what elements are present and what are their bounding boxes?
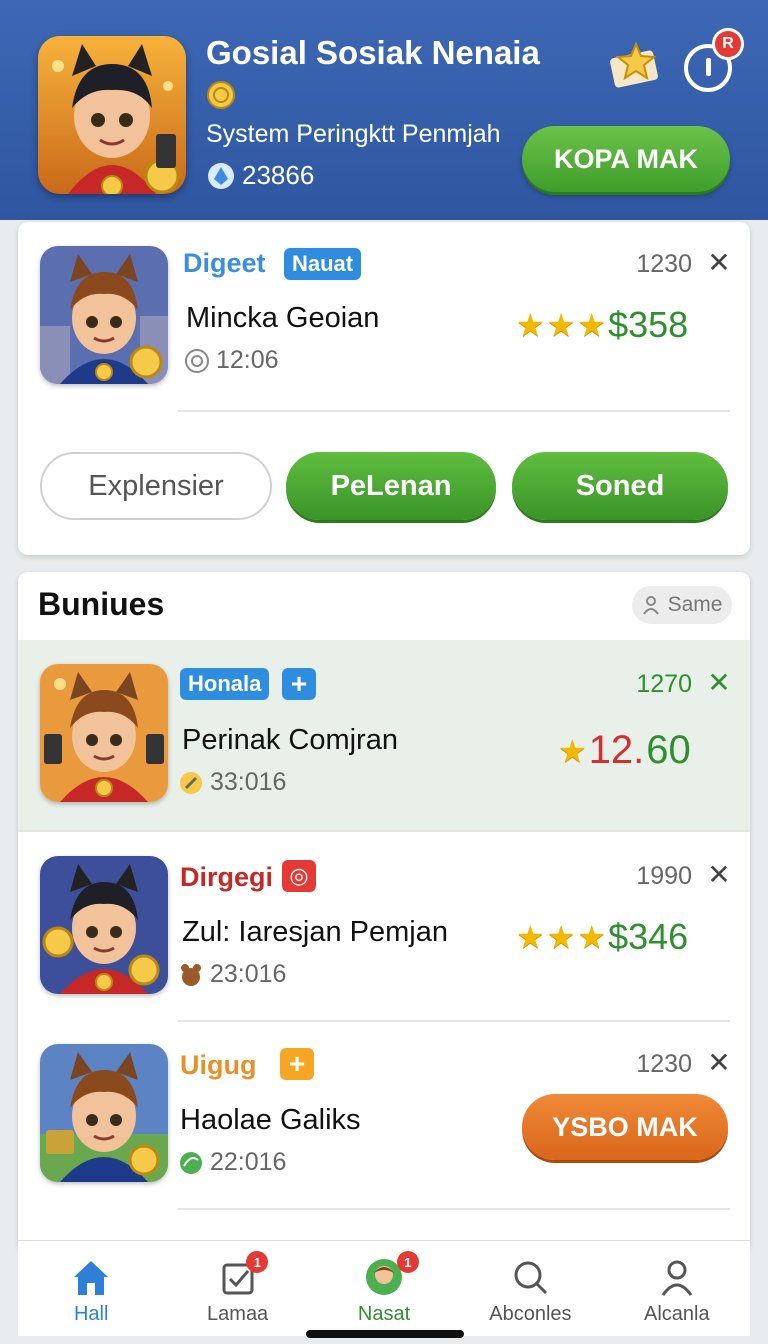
featured-tag: Nauat xyxy=(284,248,362,280)
featured-time: 12:06 xyxy=(184,346,279,375)
star-icon: ★ xyxy=(516,919,545,955)
bottom-nav: Hall 1 Lamaa 1 Nasat Abconles Alcanla xyxy=(18,1240,750,1336)
nav-badge: 1 xyxy=(396,1251,419,1273)
featured-name[interactable]: Digeet xyxy=(183,248,266,279)
header-action-button[interactable]: KOPA MAK xyxy=(522,126,730,192)
list-item-time: 23:016 xyxy=(178,960,286,989)
clock-icon xyxy=(185,348,209,373)
nav-label: Nasat xyxy=(357,1303,411,1325)
plus-icon[interactable]: + xyxy=(280,1048,314,1080)
divider xyxy=(178,1208,730,1210)
soned-button[interactable]: Soned xyxy=(512,452,728,520)
close-icon[interactable]: ✕ xyxy=(704,1046,734,1079)
nav-label: Lamaa xyxy=(207,1303,269,1325)
section-title: Buniues xyxy=(38,586,165,622)
star-icon: ★ xyxy=(546,919,576,955)
same-label: Same xyxy=(667,593,723,616)
list-item-time-value: 22:016 xyxy=(210,1148,287,1176)
star-icon: ★ xyxy=(546,307,576,343)
list-item-time-value: 33:016 xyxy=(210,768,287,796)
star-icon: ★ xyxy=(558,732,587,769)
app-title: Gosial Sosiak Nenaia xyxy=(206,34,540,71)
user-link-icon xyxy=(642,596,659,615)
list-item-title: Zul: Iaresjan Pemjan xyxy=(182,916,448,948)
featured-count: 1230 xyxy=(636,250,692,278)
ysbo-mak-button[interactable]: YSBO MAK xyxy=(522,1094,728,1160)
list-item-time: 33:016 xyxy=(178,768,286,797)
nav-label: Abconles xyxy=(489,1303,572,1325)
close-icon[interactable]: ✕ xyxy=(704,666,734,699)
nav-item-lamaa[interactable]: 1 Lamaa xyxy=(164,1241,310,1336)
nav-label: Hall xyxy=(73,1303,109,1325)
list-item-thumbnail[interactable] xyxy=(40,1044,168,1182)
list-item-name-tag[interactable]: Honala xyxy=(180,668,270,700)
list-item-rating-price: ★ 12. 60 xyxy=(558,728,691,773)
leaf-icon xyxy=(180,1151,202,1174)
divider xyxy=(178,1020,730,1022)
explensier-button[interactable]: Explensier xyxy=(40,452,272,520)
star-icon: ★ xyxy=(577,307,607,343)
nav-badge: 1 xyxy=(246,1251,269,1273)
list-item-time: 22:016 xyxy=(178,1148,286,1177)
nav-item-nasat[interactable]: 1 Nasat xyxy=(311,1241,457,1336)
coin-icon xyxy=(206,80,236,110)
home-icon xyxy=(74,1261,109,1295)
list-item-title: Haolae Galiks xyxy=(180,1104,361,1136)
list-item-thumbnail[interactable] xyxy=(40,664,168,802)
divider xyxy=(18,830,750,832)
list-item-name[interactable]: Uigug xyxy=(180,1050,256,1081)
list-item-name[interactable]: Dirgegi xyxy=(180,862,273,893)
nav-item-hall[interactable]: Hall xyxy=(18,1241,164,1336)
profile-icon xyxy=(661,1260,693,1296)
app-header: Gosial Sosiak Nenaia System Peringktt Pe… xyxy=(0,0,768,220)
price-green-part: 60 xyxy=(646,728,691,772)
plus-icon[interactable]: + xyxy=(282,668,316,700)
gem-icon xyxy=(208,162,234,189)
featured-title: Mincka Geoian xyxy=(186,302,380,334)
notification-badge: R xyxy=(712,28,744,60)
list-item-title: Perinak Comjran xyxy=(182,724,398,756)
featured-card: Digeet Nauat 1230 ✕ Mincka Geoian 12:06 … xyxy=(18,222,750,555)
nav-item-alcanla[interactable]: Alcanla xyxy=(604,1241,750,1336)
section-card: Buniues Same Honala + 1270 ✕ Perinak Com… xyxy=(18,572,750,1252)
home-indicator xyxy=(306,1330,464,1338)
star-icon: ★ xyxy=(577,919,607,955)
favorites-star-icon[interactable] xyxy=(606,40,664,90)
pelenan-button[interactable]: PeLenan xyxy=(286,452,496,520)
list-item-count: 1230 xyxy=(636,1050,692,1078)
featured-close-icon[interactable]: ✕ xyxy=(704,246,734,279)
user-stat: 23866 xyxy=(206,160,314,191)
featured-time-value: 12:06 xyxy=(216,346,279,374)
stat-value: 23866 xyxy=(242,160,315,190)
same-button[interactable]: Same xyxy=(632,586,732,624)
list-item-time-value: 23:016 xyxy=(210,960,287,988)
search-icon xyxy=(514,1261,548,1295)
featured-thumbnail[interactable] xyxy=(40,246,168,384)
list-item-rating-price: ★ ★ ★ $346 xyxy=(516,916,688,958)
featured-price: $358 xyxy=(608,304,689,345)
featured-rating-price: ★ ★ ★ $358 xyxy=(516,304,688,346)
list-item-price: $346 xyxy=(608,916,689,957)
close-icon[interactable]: ✕ xyxy=(704,858,734,891)
list-item-count: 1990 xyxy=(636,862,692,890)
divider xyxy=(178,410,730,412)
list-item-thumbnail[interactable] xyxy=(40,856,168,994)
star-icon: ★ xyxy=(516,307,545,343)
profile-avatar[interactable] xyxy=(38,36,186,194)
pet-icon xyxy=(181,963,201,986)
app-subtitle: System Peringktt Penmjah xyxy=(206,120,501,148)
nav-label: Alcanla xyxy=(644,1303,710,1325)
list-item-count: 1270 xyxy=(636,670,692,698)
price-red-part: 12. xyxy=(588,728,645,772)
nav-item-abconles[interactable]: Abconles xyxy=(457,1241,603,1336)
badge-icon: ◎ xyxy=(282,860,316,892)
tools-icon xyxy=(180,771,202,794)
